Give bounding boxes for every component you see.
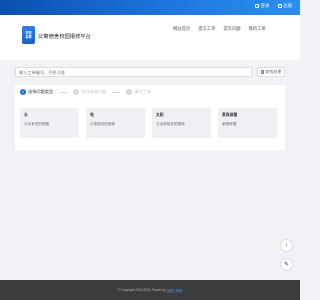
footer-copyright: © Copyright 2015-2024. Power by: [117, 288, 166, 292]
login-label: 登录: [260, 3, 270, 8]
step-1: 1 选择问题类型: [20, 89, 53, 95]
card-desc: 家具修理: [222, 122, 237, 126]
step-2: 2 选择具体问题: [73, 89, 106, 95]
search-icon: [260, 70, 264, 74]
back-to-top-button[interactable]: ↑: [281, 240, 292, 251]
search-row: 查找结果: [15, 67, 285, 77]
register-label: 注册: [283, 3, 292, 8]
main-nav: 网站首页 提交工单 常见问题 我的工单: [173, 26, 266, 32]
search-button[interactable]: 查找结果: [257, 67, 285, 77]
step-indicator: 1 选择问题类型 2 选择具体问题 3 填写工单: [20, 89, 151, 95]
edit-button[interactable]: ✎: [281, 259, 292, 270]
card-title: 太阳: [156, 113, 164, 117]
footer: © Copyright 2015-2024. Power by 运维工程师: [0, 280, 300, 300]
repair-panel: 1 选择问题类型 2 选择具体问题 3 填写工单 水 与水有关的报修 电 与电相…: [15, 85, 285, 150]
floating-buttons: ↑ ✎: [281, 240, 292, 270]
site-logo[interactable]: 学校 名称: [22, 26, 35, 44]
card-desc: 与电相关的报修: [90, 122, 116, 126]
step-divider: [112, 91, 121, 93]
arrow-up-icon: ↑: [285, 242, 288, 249]
login-link[interactable]: 登录: [255, 3, 270, 9]
card-title: 家具修理: [222, 113, 238, 117]
register-link[interactable]: 注册: [277, 3, 292, 9]
category-card-electric[interactable]: 电 与电相关的报修: [86, 108, 145, 138]
footer-link[interactable]: 运维工程师: [167, 288, 183, 293]
top-bar: 登录 注册: [0, 0, 300, 15]
category-card-furniture[interactable]: 家具修理 家具修理: [218, 108, 277, 138]
step-1-number: 1: [20, 89, 26, 95]
step-2-number: 2: [73, 89, 80, 95]
nav-item-my-tickets[interactable]: 我的工单: [249, 26, 266, 32]
top-links: 登录 注册: [255, 3, 292, 9]
site-title: 公寓宿舍校园报修平台: [38, 34, 91, 40]
user-icon: [255, 4, 259, 8]
step-3-label: 填写工单: [134, 89, 152, 94]
card-desc: 与太阳相关的报修: [156, 122, 185, 126]
step-2-label: 选择具体问题: [81, 89, 107, 94]
nav-item-submit[interactable]: 提交工单: [198, 26, 215, 32]
step-3: 3 填写工单: [126, 89, 151, 95]
logo-text-line2: 名称: [25, 35, 32, 39]
register-icon: [277, 4, 282, 8]
step-divider: [59, 91, 68, 93]
search-input[interactable]: [15, 67, 252, 77]
card-title: 水: [24, 113, 28, 117]
category-cards: 水 与水有关的报修 电 与电相关的报修 太阳 与太阳相关的报修 家具修理 家具修…: [20, 108, 277, 138]
category-card-water[interactable]: 水 与水有关的报修: [20, 108, 79, 138]
card-desc: 与水有关的报修: [24, 122, 50, 126]
category-card-solar[interactable]: 太阳 与太阳相关的报修: [152, 108, 211, 138]
nav-item-home[interactable]: 网站首页: [173, 26, 190, 32]
nav-item-faq[interactable]: 常见问题: [223, 26, 240, 32]
search-button-label: 查找结果: [265, 69, 282, 74]
edit-icon: ✎: [283, 262, 290, 268]
step-3-number: 3: [126, 89, 133, 95]
step-1-label: 选择问题类型: [28, 89, 54, 94]
card-title: 电: [90, 113, 94, 117]
